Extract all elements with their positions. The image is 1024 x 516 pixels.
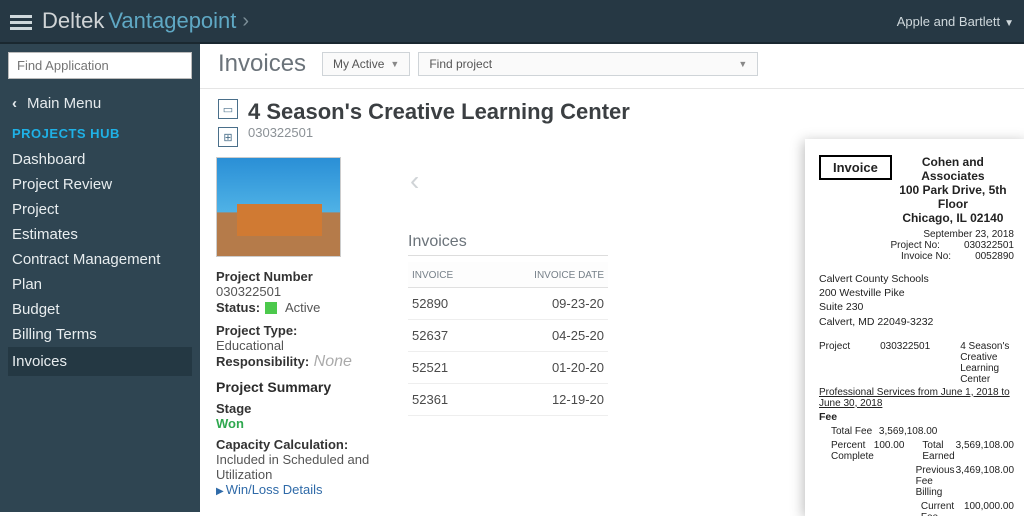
projno-value: 030322501	[964, 240, 1014, 251]
sidebar-section-title: PROJECTS HUB	[12, 126, 192, 141]
col-invoice-date: INVOICE DATE	[498, 270, 608, 281]
filter-dropdown[interactable]: My Active ▼	[322, 52, 410, 76]
card-view-icon[interactable]: ▭	[218, 99, 238, 119]
proj-name: 4 Season's Creative Learning Center	[960, 341, 1014, 385]
invoice-row[interactable]: 5289009-23-20	[408, 288, 608, 320]
sidebar-item-contract-management[interactable]: Contract Management	[8, 247, 192, 272]
sidebar: ‹ Main Menu PROJECTS HUB Dashboard Proje…	[0, 44, 200, 512]
inv-date: 01-20-20	[498, 360, 608, 375]
inv-num: 52637	[408, 328, 498, 343]
invno-value: 0052890	[975, 251, 1014, 262]
caret-down-icon: ▼	[738, 59, 747, 69]
company-name: Cohen and Associates	[921, 155, 984, 183]
projno-label: Project No:	[890, 240, 939, 251]
menu-icon[interactable]	[10, 12, 32, 30]
status-value: Active	[285, 300, 320, 315]
brand-b: Vantagepoint	[108, 8, 236, 34]
win-loss-details-link[interactable]: ▶Win/Loss Details	[216, 482, 396, 497]
resp-label: Responsibility:	[216, 354, 309, 369]
main-content: Invoices My Active ▼ Find project ▼ ▭ ⊞ 4 …	[200, 44, 1024, 512]
capacity-label: Capacity Calculation:	[216, 437, 396, 452]
win-loss-label: Win/Loss Details	[226, 482, 323, 497]
service-period: Professional Services from June 1, 2018 …	[819, 387, 1014, 409]
sidebar-item-project[interactable]: Project	[8, 197, 192, 222]
pn-value: 030322501	[216, 284, 396, 299]
inv-num: 52521	[408, 360, 498, 375]
invoices-list-heading: Invoices	[408, 233, 608, 256]
grid-view-icon[interactable]: ⊞	[218, 127, 238, 147]
inv-date: 09-23-20	[498, 296, 608, 311]
sidebar-item-plan[interactable]: Plan	[8, 272, 192, 297]
find-project-dropdown[interactable]: Find project ▼	[418, 52, 758, 76]
fee-heading: Fee	[819, 411, 1014, 423]
inv-num: 52890	[408, 296, 498, 311]
company-addr1: 100 Park Drive, 5th Floor	[899, 183, 1006, 211]
inv-num: 52361	[408, 392, 498, 407]
sidebar-item-budget[interactable]: Budget	[8, 297, 192, 322]
project-photo	[216, 157, 341, 257]
sidebar-item-invoices[interactable]: Invoices	[8, 347, 192, 376]
invoice-row[interactable]: 5263704-25-20	[408, 320, 608, 352]
find-project-label: Find project	[429, 57, 492, 71]
type-label: Project Type:	[216, 323, 396, 338]
pn-label: Project Number	[216, 269, 396, 284]
status-indicator-icon	[265, 302, 277, 314]
user-label: Apple and Bartlett	[897, 14, 1000, 29]
project-summary-heading: Project Summary	[216, 379, 396, 395]
back-main-menu[interactable]: ‹ Main Menu	[12, 95, 192, 112]
caret-down-icon: ▼	[1004, 18, 1014, 29]
chevron-right-icon: ›	[242, 10, 249, 33]
inv-date: 04-25-20	[498, 328, 608, 343]
proj-label: Project	[819, 341, 850, 385]
stage-value: Won	[216, 416, 396, 431]
invoice-row[interactable]: 5252101-20-20	[408, 352, 608, 384]
invoice-preview-panel: Invoice Cohen and Associates 100 Park Dr…	[805, 139, 1024, 516]
capacity-value: Included in Scheduled and Utilization	[216, 452, 396, 482]
stage-label: Stage	[216, 401, 396, 416]
bill-to: Calvert County Schools200 Westville Pike…	[819, 272, 1014, 329]
user-menu[interactable]: Apple and Bartlett ▼	[897, 14, 1014, 29]
page-title: Invoices	[218, 50, 306, 78]
inv-date: 12-19-20	[498, 392, 608, 407]
find-application-input[interactable]	[8, 52, 192, 79]
caret-down-icon: ▼	[390, 59, 399, 69]
filter-label: My Active	[333, 57, 384, 71]
sidebar-item-estimates[interactable]: Estimates	[8, 222, 192, 247]
type-value: Educational	[216, 338, 396, 353]
brand-a: Deltek	[42, 8, 104, 34]
proj-no: 030322501	[880, 341, 930, 385]
project-number: 030322501	[248, 125, 630, 140]
sidebar-item-project-review[interactable]: Project Review	[8, 172, 192, 197]
invoice-box-label: Invoice	[819, 155, 892, 180]
invno-label: Invoice No:	[901, 251, 951, 262]
company-addr2: Chicago, IL 02140	[902, 211, 1003, 225]
sidebar-item-billing-terms[interactable]: Billing Terms	[8, 322, 192, 347]
status-label: Status:	[216, 300, 260, 315]
prev-page-icon[interactable]: ‹	[410, 165, 608, 197]
sidebar-item-dashboard[interactable]: Dashboard	[8, 147, 192, 172]
resp-value: None	[314, 353, 352, 370]
main-menu-label: Main Menu	[27, 95, 101, 112]
invoice-date: September 23, 2018	[819, 229, 1014, 240]
project-title: 4 Season's Creative Learning Center	[248, 99, 630, 125]
triangle-right-icon: ▶	[216, 486, 224, 497]
col-invoice: INVOICE	[408, 270, 498, 281]
chevron-left-icon: ‹	[12, 95, 17, 112]
invoice-row[interactable]: 5236112-19-20	[408, 384, 608, 416]
